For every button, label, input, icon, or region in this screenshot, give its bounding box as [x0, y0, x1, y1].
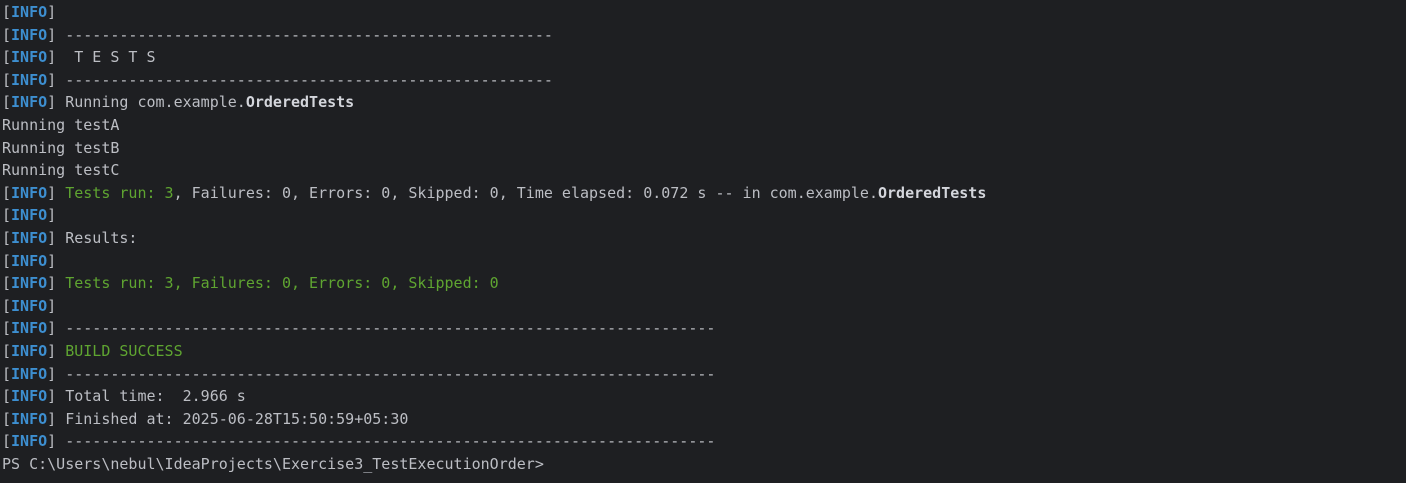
- log-text: ----------------------------------------…: [65, 70, 553, 89]
- log-line-info: [INFO] ---------------------------------…: [2, 363, 1406, 386]
- log-tag-close-bracket: ]: [47, 228, 57, 247]
- log-text: Running testA: [2, 115, 120, 134]
- log-level-tag: INFO: [11, 251, 48, 270]
- log-tag-open-bracket: [: [2, 70, 12, 89]
- log-line-info: [INFO]: [2, 204, 1406, 227]
- log-tag-open-bracket: [: [2, 274, 12, 293]
- log-line-plain: Running testC: [2, 159, 1406, 182]
- log-tag-open-bracket: [: [2, 319, 12, 338]
- log-text: ----------------------------------------…: [65, 319, 716, 338]
- log-line-info: [INFO] ---------------------------------…: [2, 430, 1406, 453]
- log-tag-open-bracket: [: [2, 341, 12, 360]
- terminal-output[interactable]: [INFO] [INFO] ---------------------------…: [0, 0, 1406, 483]
- log-level-tag: INFO: [11, 341, 48, 360]
- log-tag-open-bracket: [: [2, 25, 12, 44]
- log-level-tag: INFO: [11, 274, 48, 293]
- log-tag-open-bracket: [: [2, 183, 12, 202]
- log-line-plain: Running testB: [2, 137, 1406, 160]
- log-text: Running testC: [2, 161, 120, 180]
- log-text: , Failures: 0, Errors: 0, Skipped: 0, Ti…: [173, 183, 878, 202]
- log-line-info: [INFO] Total time: 2.966 s: [2, 385, 1406, 408]
- log-level-tag: INFO: [11, 70, 48, 89]
- log-text: ----------------------------------------…: [65, 25, 553, 44]
- log-tag-close-bracket: ]: [47, 387, 57, 406]
- log-line-info: [INFO] Tests run: 3, Failures: 0, Errors…: [2, 182, 1406, 205]
- log-line-info: [INFO]: [2, 1, 1406, 24]
- log-tag-open-bracket: [: [2, 228, 12, 247]
- log-tag-close-bracket: ]: [47, 183, 57, 202]
- log-line-info: [INFO] T E S T S: [2, 46, 1406, 69]
- log-level-tag: INFO: [11, 25, 48, 44]
- log-level-tag: INFO: [11, 48, 48, 67]
- log-level-tag: INFO: [11, 387, 48, 406]
- log-text: Total time: 2.966 s: [65, 387, 246, 406]
- log-tag-close-bracket: ]: [47, 274, 57, 293]
- log-text: BUILD SUCCESS: [65, 341, 183, 360]
- shell-prompt-text: PS C:\Users\nebul\IdeaProjects\Exercise3…: [2, 454, 544, 473]
- log-line-info: [INFO] Tests run: 3, Failures: 0, Errors…: [2, 272, 1406, 295]
- log-line-info: [INFO] BUILD SUCCESS: [2, 340, 1406, 363]
- log-tag-close-bracket: ]: [47, 409, 57, 428]
- log-tag-close-bracket: ]: [47, 296, 57, 315]
- log-tag-close-bracket: ]: [47, 319, 57, 338]
- log-level-tag: INFO: [11, 364, 48, 383]
- log-level-tag: INFO: [11, 319, 48, 338]
- log-line-info: [INFO] ---------------------------------…: [2, 317, 1406, 340]
- log-text: ----------------------------------------…: [65, 432, 716, 451]
- log-tag-close-bracket: ]: [47, 251, 57, 270]
- log-tag-open-bracket: [: [2, 93, 12, 112]
- log-text: Tests run: 3: [65, 183, 174, 202]
- log-text: Results:: [65, 228, 138, 247]
- log-level-tag: INFO: [11, 296, 48, 315]
- log-tag-open-bracket: [: [2, 409, 12, 428]
- log-tag-close-bracket: ]: [47, 25, 57, 44]
- log-line-info: [INFO]: [2, 250, 1406, 273]
- log-line-info: [INFO] Running com.example.OrderedTests: [2, 91, 1406, 114]
- log-line-info: [INFO] Results:: [2, 227, 1406, 250]
- log-tag-close-bracket: ]: [47, 206, 57, 225]
- log-tag-open-bracket: [: [2, 251, 12, 270]
- log-level-tag: INFO: [11, 432, 48, 451]
- log-tag-close-bracket: ]: [47, 364, 57, 383]
- log-line-plain: Running testA: [2, 114, 1406, 137]
- log-line-info: [INFO] Finished at: 2025-06-28T15:50:59+…: [2, 408, 1406, 431]
- log-tag-open-bracket: [: [2, 296, 12, 315]
- log-line-info: [INFO]: [2, 295, 1406, 318]
- log-tag-open-bracket: [: [2, 206, 12, 225]
- log-tag-close-bracket: ]: [47, 432, 57, 451]
- log-tag-close-bracket: ]: [47, 93, 57, 112]
- log-tag-open-bracket: [: [2, 48, 12, 67]
- log-tag-open-bracket: [: [2, 432, 12, 451]
- log-tag-close-bracket: ]: [47, 3, 57, 21]
- log-line-info: [INFO] ---------------------------------…: [2, 69, 1406, 92]
- log-level-tag: INFO: [11, 409, 48, 428]
- log-tag-open-bracket: [: [2, 3, 12, 21]
- log-tag-open-bracket: [: [2, 387, 12, 406]
- log-text: ----------------------------------------…: [65, 364, 716, 383]
- log-level-tag: INFO: [11, 228, 48, 247]
- log-line-info: [INFO] ---------------------------------…: [2, 24, 1406, 47]
- log-tag-close-bracket: ]: [47, 70, 57, 89]
- log-text: Tests run: 3, Failures: 0, Errors: 0, Sk…: [65, 274, 499, 293]
- log-text: Running testB: [2, 138, 120, 157]
- log-text: Running com.example.: [65, 93, 246, 112]
- log-level-tag: INFO: [11, 3, 48, 21]
- log-text: OrderedTests: [245, 93, 355, 112]
- log-level-tag: INFO: [11, 93, 48, 112]
- log-text: T E S T S: [65, 48, 156, 67]
- log-tag-close-bracket: ]: [47, 48, 57, 67]
- log-text: Finished at: 2025-06-28T15:50:59+05:30: [65, 409, 409, 428]
- log-text: OrderedTests: [878, 183, 987, 202]
- log-level-tag: INFO: [11, 206, 48, 225]
- log-tag-open-bracket: [: [2, 364, 12, 383]
- log-tag-close-bracket: ]: [47, 341, 57, 360]
- log-level-tag: INFO: [11, 183, 48, 202]
- shell-prompt-line[interactable]: PS C:\Users\nebul\IdeaProjects\Exercise3…: [2, 453, 1406, 476]
